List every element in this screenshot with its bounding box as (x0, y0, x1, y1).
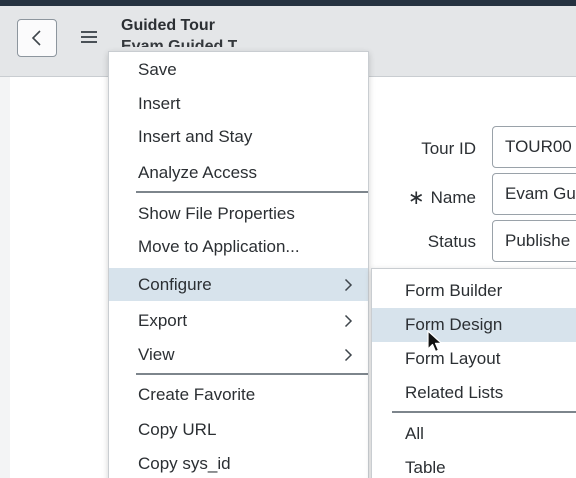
menu-item-insert[interactable]: Insert (109, 87, 368, 120)
menu-item-copy-url[interactable]: Copy URL (109, 413, 368, 446)
menu-item-configure-label: Configure (138, 275, 212, 294)
chevron-right-icon (344, 268, 354, 301)
name-field[interactable]: Evam Gu (492, 173, 576, 215)
menu-item-create-favorite[interactable]: Create Favorite (109, 378, 368, 411)
menu-item-configure[interactable]: Configure (109, 268, 368, 301)
tour-id-label: Tour ID (421, 139, 476, 158)
tour-id-field[interactable]: TOUR00 (492, 126, 576, 168)
chevron-right-icon (344, 338, 354, 371)
required-icon: ∗ (407, 187, 425, 209)
menu-item-export[interactable]: Export (109, 304, 368, 337)
guided-tour-form-page: Guided Tour Evam Guided T Tour ID TOUR00… (0, 0, 576, 478)
context-menu: Save Insert Insert and Stay Analyze Acce… (108, 51, 369, 478)
chevron-right-icon (344, 304, 354, 337)
submenu-item-form-builder[interactable]: Form Builder (372, 274, 576, 308)
back-button[interactable] (17, 19, 57, 57)
submenu-item-table[interactable]: Table (372, 451, 576, 478)
submenu-item-all[interactable]: All (372, 417, 576, 451)
submenu-item-form-design[interactable]: Form Design (372, 308, 576, 342)
hamburger-icon[interactable] (81, 31, 97, 45)
submenu-item-related-lists[interactable]: Related Lists (372, 376, 576, 410)
left-gutter (0, 77, 10, 478)
menu-item-view[interactable]: View (109, 338, 368, 371)
menu-item-analyze-access[interactable]: Analyze Access (109, 156, 368, 189)
mouse-pointer-icon (427, 330, 443, 353)
name-label: Name (430, 188, 476, 207)
status-label: Status (427, 232, 476, 251)
menu-item-view-label: View (138, 345, 175, 364)
menu-divider (136, 373, 368, 375)
name-label-wrap: ∗ Name (356, 185, 476, 210)
record-title: Guided Tour (121, 17, 215, 34)
record-subtitle: Evam Guided T (121, 38, 238, 47)
menu-item-insert-and-stay[interactable]: Insert and Stay (109, 120, 368, 153)
menu-item-move-to-application[interactable]: Move to Application... (109, 230, 368, 263)
menu-item-save[interactable]: Save (109, 53, 368, 86)
submenu-divider (392, 411, 576, 413)
menu-divider (136, 191, 368, 193)
menu-item-show-file-properties[interactable]: Show File Properties (109, 197, 368, 230)
menu-item-export-label: Export (138, 311, 188, 330)
chevron-left-icon (31, 30, 41, 46)
menu-item-copy-sys-id[interactable]: Copy sys_id (109, 447, 368, 478)
submenu-item-form-layout[interactable]: Form Layout (372, 342, 576, 376)
configure-submenu: Form Builder Form Design Form Layout Rel… (371, 268, 576, 478)
status-field[interactable]: Publishe (492, 220, 576, 262)
